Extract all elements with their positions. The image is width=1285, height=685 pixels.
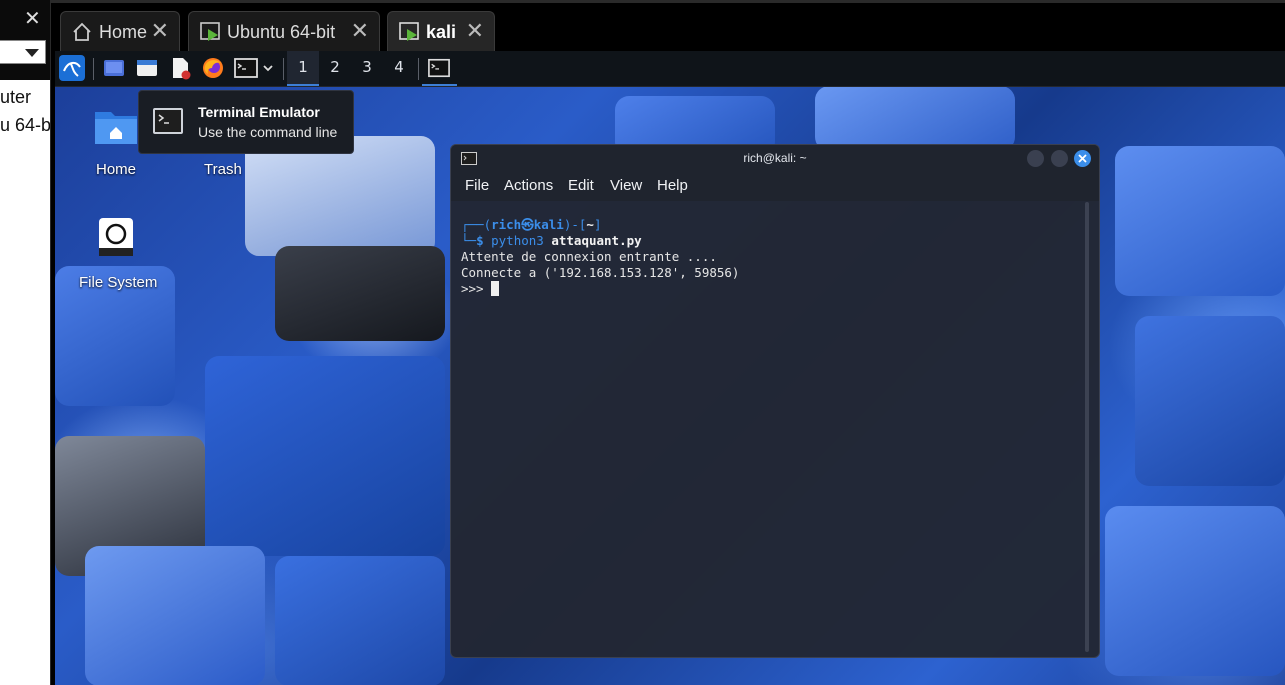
tab-kali[interactable]: kali ✕ <box>387 11 495 51</box>
prompt-dir: ~ <box>586 217 594 232</box>
tab-home-close-icon[interactable]: ✕ <box>151 20 169 42</box>
tab-ubuntu[interactable]: Ubuntu 64-bit ✕ <box>188 11 380 51</box>
terminal-icon <box>153 108 183 134</box>
command-arg: attaquant.py <box>551 233 642 248</box>
chevron-down-icon <box>25 49 39 57</box>
menu-view[interactable]: View <box>610 177 642 194</box>
text-cursor <box>491 281 500 296</box>
desktop-icon-trash-label[interactable]: Trash <box>204 161 242 178</box>
repl-prompt: >>> <box>461 281 492 296</box>
close-icon <box>1078 154 1087 163</box>
terminal-output[interactable]: ┌──(rich㉿kali)-[~] └─$ python3 attaquant.… <box>461 217 1081 657</box>
terminal-menubar: File Actions Edit View Help <box>451 171 1099 201</box>
library-close-icon[interactable]: ✕ <box>24 8 41 28</box>
terminal-icon[interactable] <box>234 56 258 80</box>
output-line: Connecte a ('192.168.153.128', 59856) <box>461 265 740 280</box>
vm-icon <box>399 22 419 41</box>
workspace-4[interactable]: 4 <box>383 51 415 86</box>
home-icon <box>73 22 91 41</box>
prompt-symbol: ㉿ <box>521 217 534 232</box>
vm-screen[interactable]: 1 2 3 4 Home Trash File System Terminal … <box>55 51 1285 685</box>
prompt-line-2: └─$ python3 attaquant.py <box>461 233 642 248</box>
launcher-tooltip: Terminal Emulator Use the command line <box>138 90 354 154</box>
tab-ubuntu-close-icon[interactable]: ✕ <box>351 20 369 42</box>
drive-icon[interactable] <box>97 216 135 258</box>
chevron-down-icon[interactable] <box>261 56 275 80</box>
kali-menu-icon[interactable] <box>59 55 85 81</box>
library-item-computer[interactable]: uter <box>0 87 31 108</box>
workspace-2[interactable]: 2 <box>319 51 351 86</box>
file-manager-icon[interactable] <box>135 56 159 80</box>
tab-kali-close-icon[interactable]: ✕ <box>466 20 484 42</box>
prompt-host: kali <box>533 217 564 232</box>
desktop-icon-filesystem-label[interactable]: File System <box>79 274 157 291</box>
tooltip-subtitle: Use the command line <box>198 124 338 140</box>
menu-help[interactable]: Help <box>657 177 688 194</box>
library-filter-dropdown[interactable] <box>0 40 46 64</box>
library-item-ubuntu[interactable]: u 64-b <box>0 115 50 136</box>
maximize-button[interactable] <box>1051 150 1068 167</box>
taskbar-terminal-window[interactable] <box>422 51 457 86</box>
minimize-button[interactable] <box>1027 150 1044 167</box>
terminal-title: rich@kali: ~ <box>743 151 807 165</box>
desktop-icon-home-label[interactable]: Home <box>96 161 136 178</box>
workspace-1[interactable]: 1 <box>287 51 319 86</box>
terminal-titlebar[interactable]: rich@kali: ~ <box>451 145 1099 171</box>
xfce-panel: 1 2 3 4 <box>55 51 1285 87</box>
prompt-user: rich <box>491 217 522 232</box>
menu-actions[interactable]: Actions <box>504 177 553 194</box>
terminal-window[interactable]: rich@kali: ~ File Actions Edit View Help… <box>450 144 1100 658</box>
prompt-line-1: ┌──(rich㉿kali)-[~] <box>461 217 602 232</box>
tooltip-title: Terminal Emulator <box>198 104 320 120</box>
repl-line: >>> <box>461 281 1081 297</box>
output-line: Attente de connexion entrante .... <box>461 249 717 264</box>
show-desktop-icon[interactable] <box>102 56 126 80</box>
library-panel: ✕ uter u 64-b <box>0 0 51 685</box>
workspace-3[interactable]: 3 <box>351 51 383 86</box>
tab-ubuntu-label: Ubuntu 64-bit <box>227 22 336 42</box>
library-list: uter u 64-b <box>0 80 50 685</box>
text-editor-icon[interactable] <box>168 56 192 80</box>
vm-tab-bar: Home ✕ Ubuntu 64-bit ✕ kali ✕ <box>51 0 1285 51</box>
tab-home[interactable]: Home ✕ <box>60 11 180 51</box>
terminal-scrollbar[interactable] <box>1085 202 1089 652</box>
home-folder-icon[interactable] <box>93 106 139 146</box>
tab-home-label: Home <box>99 22 148 42</box>
menu-edit[interactable]: Edit <box>568 177 594 194</box>
command-name: python3 <box>491 233 544 248</box>
close-button[interactable] <box>1074 150 1091 167</box>
terminal-icon <box>428 58 450 78</box>
vm-icon <box>200 22 220 41</box>
tab-kali-label: kali <box>426 22 457 42</box>
firefox-icon[interactable] <box>201 56 225 80</box>
menu-file[interactable]: File <box>465 177 489 194</box>
